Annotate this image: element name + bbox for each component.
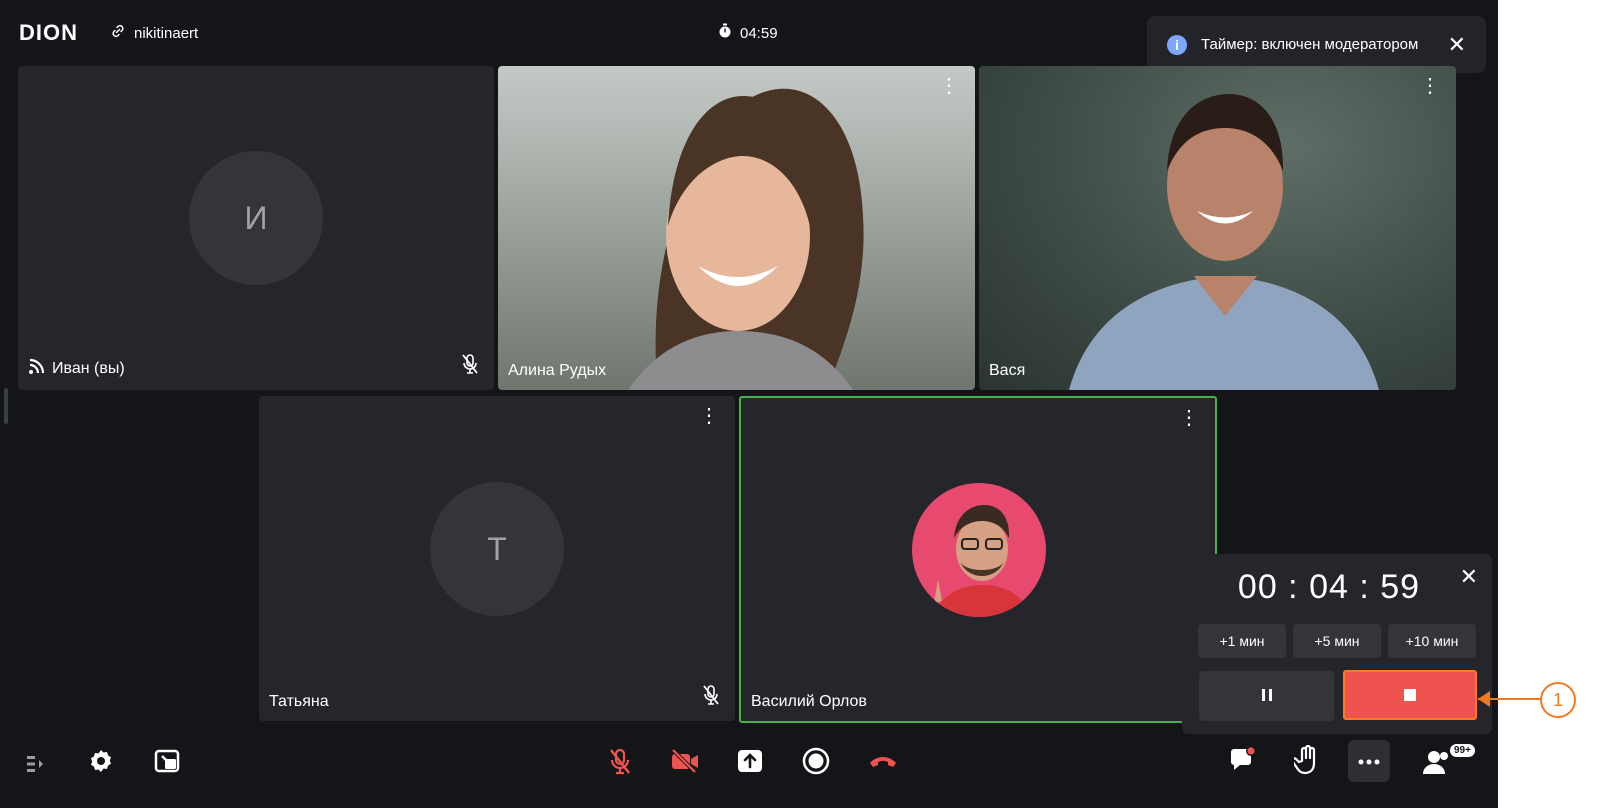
participants-icon [1422, 748, 1452, 781]
participant-video [628, 88, 864, 390]
camera-off-icon[interactable] [668, 745, 702, 777]
more-vert-icon[interactable]: ⋮ [1420, 76, 1440, 96]
pause-timer-button[interactable] [1199, 671, 1334, 721]
participant-name: Алина Рудых [508, 362, 606, 380]
link-icon [110, 23, 126, 43]
room-name: nikitinaert [134, 24, 199, 42]
participants-button[interactable]: 99+ [1420, 742, 1480, 780]
participant-name-text: Василий Орлов [751, 693, 867, 710]
resize-handle[interactable] [4, 388, 8, 424]
close-icon[interactable]: ✕ [1460, 564, 1478, 590]
participants-count-badge: 99+ [1450, 744, 1475, 757]
more-options-button[interactable] [1348, 740, 1390, 782]
stopwatch-icon [718, 23, 732, 43]
info-icon: i [1167, 34, 1187, 55]
bottom-toolbar: 99+ [0, 740, 1498, 808]
meeting-timer: 04:59 [718, 23, 778, 43]
mic-off-icon[interactable] [604, 745, 636, 777]
timer-notification: i Таймер: включен модератором ✕ [1147, 16, 1486, 73]
share-screen-icon[interactable] [734, 745, 766, 777]
avatar [912, 483, 1046, 617]
mic-off-icon [701, 684, 721, 711]
more-vert-icon[interactable]: ⋮ [699, 406, 719, 426]
stop-icon [1404, 689, 1416, 701]
participant-video [1069, 94, 1379, 390]
annotation-arrow-head [1478, 691, 1490, 707]
add-5-min-button[interactable]: +5 мин [1293, 624, 1381, 658]
broadcast-icon [28, 357, 46, 380]
timer-display: 00 : 04 : 59 [1237, 568, 1421, 606]
chat-icon[interactable] [1226, 744, 1260, 776]
more-horiz-icon [1358, 752, 1380, 770]
participant-tile[interactable]: И Иван (вы) [18, 66, 494, 390]
participant-tile[interactable]: Т ⋮ Татьяна [259, 396, 735, 721]
conference-app: DION nikitinaert 04:59 i Таймер: включен… [0, 0, 1498, 808]
record-icon[interactable] [800, 745, 832, 777]
participant-tile[interactable]: ⋮ Алина Рудых [498, 66, 975, 390]
participant-name-text: Алина Рудых [508, 362, 607, 379]
participant-name-text: Иван (вы) [52, 359, 125, 377]
participant-name-text: Вася [989, 362, 1026, 379]
end-call-icon[interactable] [866, 745, 900, 777]
pause-icon [1261, 686, 1273, 706]
notification-text: Таймер: включен модератором [1201, 36, 1419, 53]
raise-hand-icon[interactable] [1290, 744, 1324, 776]
sidebar-toggle-icon[interactable] [22, 750, 50, 778]
participant-name: Иван (вы) [28, 357, 125, 380]
avatar: И [189, 151, 323, 285]
add-10-min-button[interactable]: +10 мин [1388, 624, 1476, 658]
avatar: Т [430, 482, 564, 616]
dion-logo: DION [19, 20, 78, 45]
participant-name: Василий Орлов [751, 693, 867, 711]
annotation-marker: 1 [1540, 682, 1576, 718]
participant-tile[interactable]: ⋮ Василий Орлов [739, 396, 1217, 723]
more-vert-icon[interactable]: ⋮ [1179, 408, 1199, 428]
participant-name: Вася [989, 362, 1025, 380]
stop-timer-button[interactable] [1343, 670, 1477, 720]
participant-name: Татьяна [269, 693, 329, 711]
mic-off-icon [460, 353, 480, 380]
room-link[interactable]: nikitinaert [110, 23, 198, 43]
picture-in-picture-icon[interactable] [152, 746, 182, 776]
timer-panel: 00 : 04 : 59 ✕ +1 мин +5 мин +10 мин [1182, 554, 1492, 734]
more-vert-icon[interactable]: ⋮ [939, 76, 959, 96]
close-icon[interactable]: ✕ [1448, 32, 1466, 58]
meeting-timer-value: 04:59 [740, 24, 778, 42]
settings-gear-icon[interactable] [86, 746, 116, 776]
add-1-min-button[interactable]: +1 мин [1198, 624, 1286, 658]
participant-name-text: Татьяна [269, 693, 329, 710]
participant-tile[interactable]: ⋮ Вася [979, 66, 1456, 390]
